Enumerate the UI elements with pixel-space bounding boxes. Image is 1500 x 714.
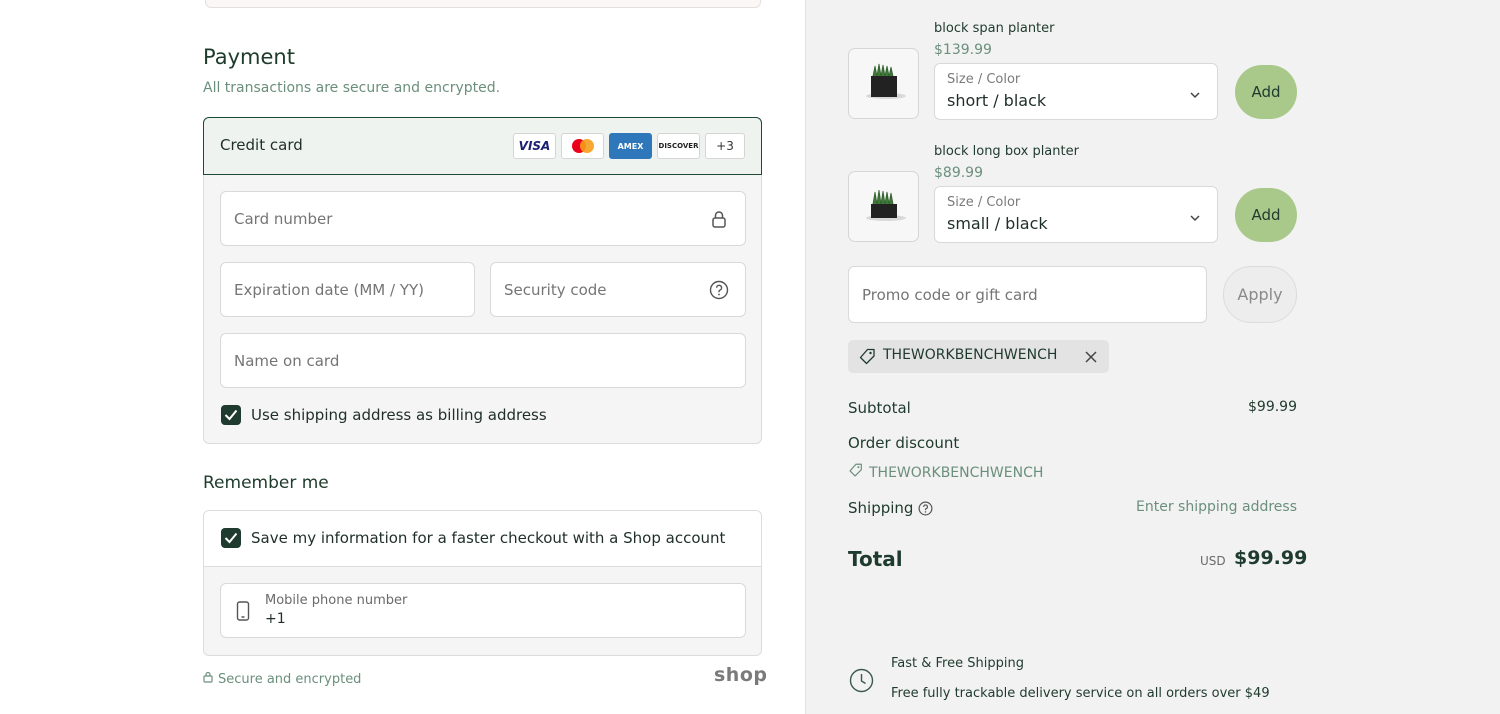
shipping-promo-title: Fast & Free Shipping	[891, 656, 1024, 671]
credit-card-label: Credit card	[220, 136, 303, 154]
security-code-placeholder: Security code	[504, 281, 607, 299]
expiration-placeholder: Expiration date (MM / YY)	[234, 281, 424, 299]
select-value: short / black	[947, 91, 1047, 110]
secure-note: Secure and encrypted	[203, 671, 361, 687]
billing-checkbox[interactable]	[221, 405, 241, 425]
product-name: block span planter	[934, 21, 1055, 36]
remember-me-box: Save my information for a faster checkou…	[203, 510, 762, 656]
tag-icon	[848, 463, 863, 482]
expiration-field[interactable]: Expiration date (MM / YY)	[220, 262, 475, 317]
payment-title: Payment	[203, 45, 295, 69]
total-label: Total	[848, 547, 903, 571]
product-thumbnail	[848, 171, 919, 242]
billing-checkbox-label[interactable]: Use shipping address as billing address	[251, 406, 547, 424]
product-thumbnail	[848, 48, 919, 119]
remember-me-title: Remember me	[203, 473, 329, 493]
total-currency: USD	[1200, 554, 1226, 568]
promo-placeholder: Promo code or gift card	[862, 286, 1038, 304]
credit-card-option[interactable]: Credit card VISA AMEX DISCOVER +3	[203, 117, 762, 175]
select-label: Size / Color	[947, 195, 1021, 210]
applied-discount-chip: THEWORKBENCHWENCH	[848, 340, 1109, 373]
card-number-field[interactable]: Card number	[220, 191, 746, 246]
save-info-row: Save my information for a faster checkou…	[204, 511, 761, 567]
order-discount-label: Order discount	[848, 434, 960, 452]
payment-box: Credit card VISA AMEX DISCOVER +3 Card n…	[203, 117, 762, 444]
save-info-checkbox[interactable]	[221, 528, 241, 548]
subtotal-label: Subtotal	[848, 399, 911, 417]
remove-discount-icon[interactable]	[1084, 349, 1098, 368]
name-on-card-field[interactable]: Name on card	[220, 333, 746, 388]
lock-icon	[709, 209, 729, 229]
order-discount-code: THEWORKBENCHWENCH	[848, 463, 1043, 482]
applied-discount-code: THEWORKBENCHWENCH	[883, 347, 1058, 363]
shipping-label: Shipping	[848, 499, 914, 517]
card-brands: VISA AMEX DISCOVER +3	[513, 133, 745, 159]
select-label: Size / Color	[947, 72, 1021, 87]
secure-text: Secure and encrypted	[218, 671, 362, 687]
mobile-phone-field[interactable]: Mobile phone number +1	[220, 583, 746, 638]
total-value: $99.99	[1234, 547, 1308, 569]
visa-icon: VISA	[513, 133, 556, 159]
name-on-card-placeholder: Name on card	[234, 352, 340, 370]
add-product-button[interactable]: Add	[1235, 65, 1297, 119]
size-color-select[interactable]: Size / Color short / black	[934, 63, 1218, 120]
phone-label: Mobile phone number	[265, 593, 408, 608]
product-name: block long box planter	[934, 144, 1079, 159]
tag-icon	[858, 348, 876, 370]
subtotal-value: $99.99	[1248, 399, 1297, 415]
add-product-button[interactable]: Add	[1235, 188, 1297, 242]
product-price: $89.99	[934, 165, 983, 181]
clock-icon	[849, 668, 874, 697]
phone-icon	[235, 601, 251, 625]
help-icon[interactable]	[709, 280, 729, 300]
payment-subtitle: All transactions are secure and encrypte…	[203, 80, 501, 96]
order-discount-code-text: THEWORKBENCHWENCH	[869, 464, 1044, 481]
discover-icon: DISCOVER	[657, 133, 700, 159]
planter-image-icon	[866, 189, 906, 221]
shop-logo: shop	[714, 664, 768, 686]
shipping-value: Enter shipping address	[1136, 499, 1297, 515]
apply-button[interactable]: Apply	[1223, 266, 1297, 323]
chevron-down-icon	[1189, 209, 1201, 228]
phone-value: +1	[265, 611, 286, 627]
mastercard-icon	[561, 133, 604, 159]
planter-image-icon	[866, 63, 906, 99]
checkout-main: Payment All transactions are secure and …	[0, 0, 805, 714]
help-icon[interactable]	[918, 501, 933, 520]
chevron-down-icon	[1189, 86, 1201, 105]
save-info-label[interactable]: Save my information for a faster checkou…	[251, 529, 725, 547]
security-code-field[interactable]: Security code	[490, 262, 746, 317]
card-number-placeholder: Card number	[234, 210, 333, 228]
more-cards-badge: +3	[705, 133, 745, 159]
product-price: $139.99	[934, 42, 992, 58]
promo-code-input[interactable]: Promo code or gift card	[848, 266, 1207, 323]
amex-icon: AMEX	[609, 133, 652, 159]
shipping-promo-text: Free fully trackable delivery service on…	[891, 686, 1270, 701]
select-value: small / black	[947, 214, 1048, 233]
small-lock-icon	[203, 671, 213, 687]
size-color-select[interactable]: Size / Color small / black	[934, 186, 1218, 243]
previous-section-edge	[205, 0, 761, 8]
